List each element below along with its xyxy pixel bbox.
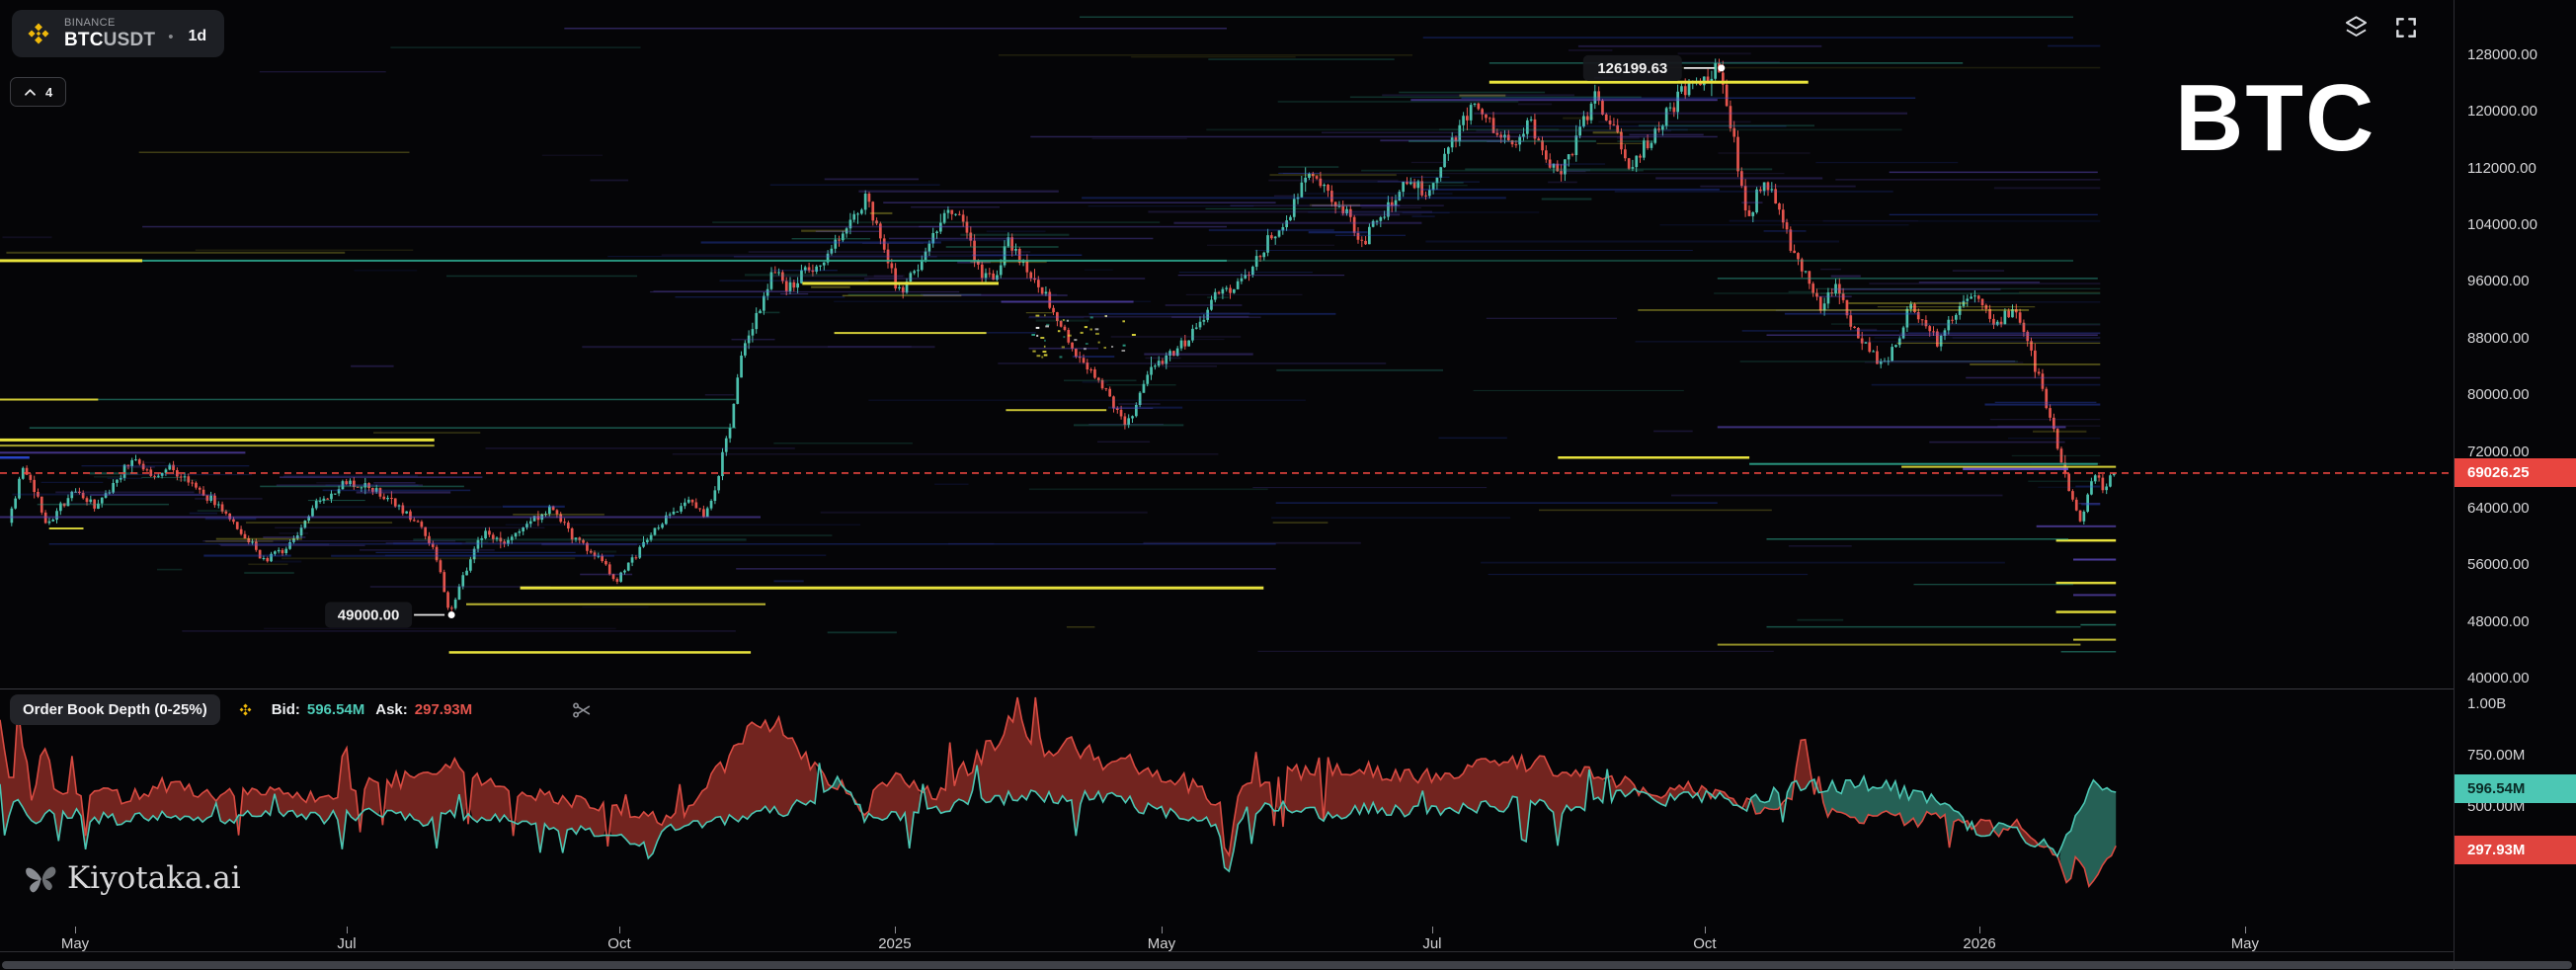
- time-axis-label: 2025: [878, 935, 911, 952]
- time-axis-label: Oct: [1693, 935, 1716, 952]
- time-tick: [1432, 927, 1433, 933]
- svg-text:49000.00: 49000.00: [338, 607, 400, 624]
- ask-value: 297.93M: [415, 701, 472, 718]
- layers-icon: [2343, 14, 2370, 40]
- time-tick: [347, 927, 348, 933]
- bid-depth-badge: 596.54M: [2455, 774, 2576, 803]
- price-tick-label: 96000.00: [2467, 273, 2530, 289]
- depth-chart-canvas[interactable]: [0, 689, 2454, 927]
- price-tick-label: 128000.00: [2467, 46, 2537, 63]
- time-axis-label: Jul: [337, 935, 356, 952]
- price-tick-label: 48000.00: [2467, 613, 2530, 630]
- bid-value: 596.54M: [307, 701, 364, 718]
- price-tick-label: 64000.00: [2467, 500, 2530, 517]
- price-tick-label: 88000.00: [2467, 330, 2530, 347]
- depth-title[interactable]: Order Book Depth (0-25%): [10, 694, 220, 725]
- time-tick: [1705, 927, 1706, 933]
- chevron-up-icon: [24, 88, 37, 97]
- time-tick: [2245, 927, 2246, 933]
- depth-tick-label: 750.00M: [2467, 747, 2525, 764]
- ask-depth-badge: 297.93M: [2455, 836, 2576, 864]
- scissors-icon[interactable]: [571, 699, 593, 721]
- price-chart-canvas[interactable]: 126199.63 49000.00: [0, 0, 2454, 688]
- horizontal-scrollbar[interactable]: [2, 961, 2572, 969]
- fullscreen-icon: [2393, 15, 2419, 40]
- butterfly-icon: [22, 859, 59, 897]
- depth-tick-label: 1.00B: [2467, 695, 2506, 712]
- price-tick-label: 80000.00: [2467, 386, 2530, 403]
- panel-divider: [0, 688, 2576, 689]
- binance-logo-icon: [24, 19, 53, 48]
- price-tick-label: 56000.00: [2467, 556, 2530, 573]
- svg-text:126199.63: 126199.63: [1597, 60, 1667, 77]
- ask-label: Ask:: [375, 701, 408, 718]
- time-tick: [75, 927, 76, 933]
- timeframe-selector[interactable]: 1d: [188, 28, 206, 45]
- price-tick-label: 120000.00: [2467, 103, 2537, 120]
- price-tick-label: 104000.00: [2467, 216, 2537, 233]
- indicator-count: 4: [45, 85, 52, 100]
- time-axis-label: May: [61, 935, 89, 952]
- price-tick-label: 112000.00: [2467, 160, 2536, 177]
- indicators-collapse-button[interactable]: 4: [10, 77, 66, 107]
- time-axis-label: May: [1148, 935, 1175, 952]
- time-tick: [1162, 927, 1163, 933]
- time-axis-label: Oct: [607, 935, 630, 952]
- symbol-selector[interactable]: BINANCE BTCUSDT • 1d: [12, 10, 224, 57]
- exchange-name: BINANCE: [64, 17, 155, 30]
- time-axis-label: May: [2231, 935, 2259, 952]
- layers-button[interactable]: [2343, 14, 2370, 40]
- price-axis[interactable]: 500.00M750.00M1.00B40000.0048000.0056000…: [2454, 0, 2576, 970]
- fullscreen-button[interactable]: [2393, 15, 2419, 40]
- symbol-quote: USDT: [104, 30, 156, 50]
- binance-icon-small: [237, 701, 254, 718]
- separator-dot: •: [168, 29, 173, 45]
- time-axis-label: Jul: [1422, 935, 1441, 952]
- kiyotaka-wordmark: Kiyotaka.ai: [67, 860, 241, 896]
- price-tick-label: 40000.00: [2467, 670, 2530, 687]
- symbol-base: BTC: [64, 30, 104, 50]
- time-tick: [895, 927, 896, 933]
- symbol-watermark: BTC: [2175, 71, 2375, 166]
- time-axis-label: 2026: [1963, 935, 1995, 952]
- kiyotaka-logo: Kiyotaka.ai: [22, 859, 241, 897]
- time-tick: [619, 927, 620, 933]
- time-axis[interactable]: May Jul Oct 2025 May Jul Oct 2026 May: [0, 927, 2454, 952]
- bid-label: Bid:: [272, 701, 300, 718]
- chart-toolbar: [2343, 14, 2419, 40]
- time-tick: [1979, 927, 1980, 933]
- kiyotaka-trading-app: 126199.6349000.00 BINANCE BTCUSDT • 1d 4: [0, 0, 2576, 970]
- current-price-badge: 69026.25: [2455, 458, 2576, 487]
- depth-header: Order Book Depth (0-25%) Bid: 596.54M As…: [10, 693, 472, 725]
